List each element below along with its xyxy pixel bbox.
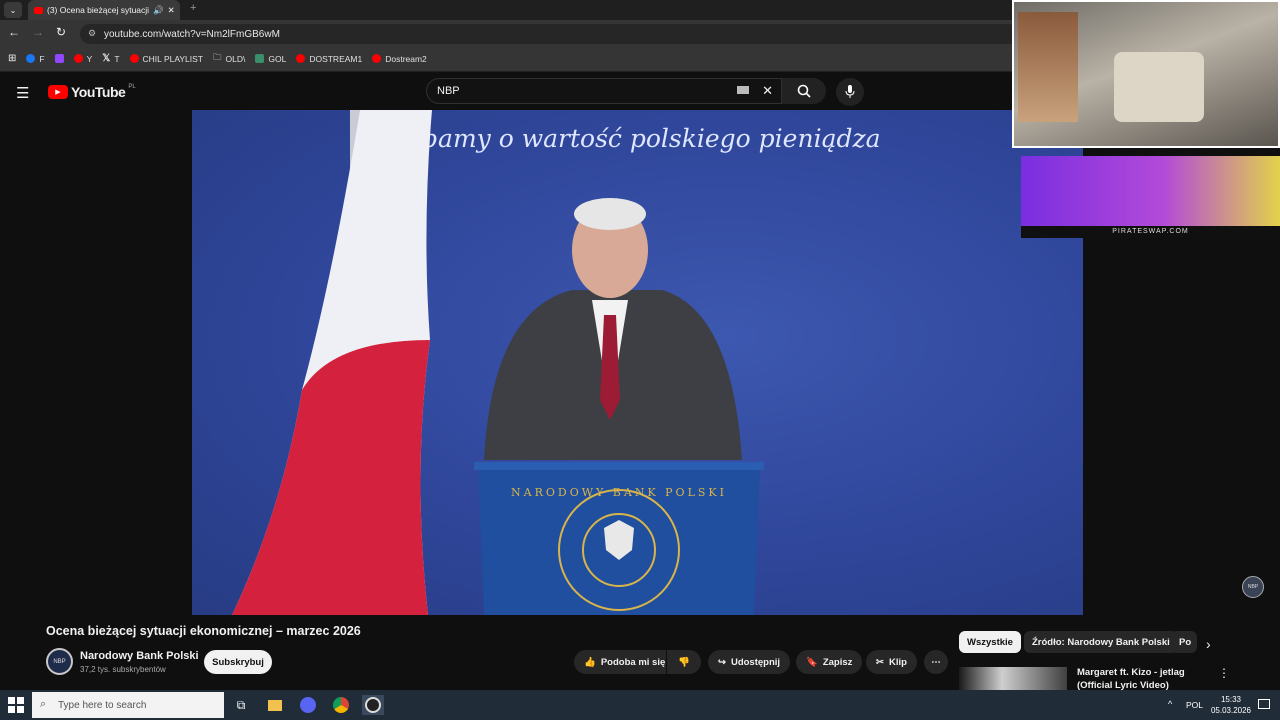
thumbs-up-icon: 👍 [584,656,596,668]
search-input[interactable]: NBP ✕ [426,78,782,104]
windows-start-icon[interactable] [8,697,24,713]
scissors-icon: ✂ [876,656,884,668]
share-icon: ↪ [718,656,726,668]
gol-icon [255,54,265,63]
more-actions-button[interactable]: ⋯ [924,650,948,674]
ad-label: PIRATESWAP.COM [1021,226,1280,238]
task-view-icon[interactable]: ⧉ [230,695,252,715]
dislike-button[interactable]: 👎 [667,650,701,674]
thumbs-down-icon: 👎 [678,656,690,668]
search-icon: ⌕ [40,698,47,710]
microphone-icon [845,85,855,98]
search-icon [797,84,811,98]
chip-all[interactable]: Wszystkie [959,631,1021,653]
bookmark-f[interactable]: F [26,54,45,64]
forward-icon[interactable]: → [32,25,44,39]
file-explorer-icon[interactable] [264,695,286,715]
chevron-right-icon[interactable]: › [1206,636,1211,652]
chair-shape [1114,52,1204,122]
keyboard-icon[interactable] [737,86,749,94]
clip-button[interactable]: ✂ Klip [866,650,917,674]
youtube-logo[interactable]: ▶ YouTube PL [48,84,136,100]
tab-title: (3) Ocena bieżącej sytuacji [47,5,150,15]
recommendation-menu-icon[interactable]: ⋮ [1218,666,1230,680]
chip-source[interactable]: Źródło: Narodowy Bank Polski [1024,631,1178,653]
channel-watermark[interactable]: NBP [1242,576,1264,598]
apps-icon[interactable]: ⊞ [8,53,16,64]
site-info-icon[interactable]: ⚙ [88,28,96,39]
speaker-icon[interactable]: 🔊 [153,5,164,16]
back-icon[interactable]: ← [8,25,20,39]
clear-search-icon[interactable]: ✕ [762,83,773,99]
bookmark-icon: 🔖 [806,656,818,668]
youtube-icon [73,54,83,63]
url-text: youtube.com/watch?v=Nm2lFmGB6wM [104,28,280,40]
youtube-favicon-icon [34,6,43,14]
bookmark-old[interactable]: 🗀 OLD\ [213,52,245,66]
discord-icon[interactable] [297,695,319,715]
tray-chevron-icon[interactable]: ^ [1168,699,1172,709]
notifications-icon[interactable] [1258,699,1270,709]
subscribe-button[interactable]: Subskrybuj [204,650,272,674]
voice-search-button[interactable] [836,78,864,106]
subscriber-count: 37,2 tys. subskrybentów [80,665,166,674]
search-button[interactable] [782,78,826,104]
save-button[interactable]: 🔖 Zapisz [796,650,863,674]
webcam-overlay [1012,0,1280,148]
share-button[interactable]: ↪ Udostępnij [708,650,791,674]
lectern-text: NARODOWY BANK POLSKI [511,486,727,499]
bookmark-y[interactable]: Y [73,54,92,64]
facebook-icon [26,54,36,63]
channel-name[interactable]: Narodowy Bank Polski [80,650,199,662]
chip-next[interactable]: Po [1171,631,1197,653]
folder-icon: 🗀 [213,51,222,62]
language-indicator[interactable]: POL [1186,700,1203,710]
bookmark-dostream1[interactable]: DOSTREAM1 [296,54,362,64]
bookmark-t[interactable]: 𝕏T [102,53,119,64]
bookmark-chil-playlist[interactable]: CHIL PLAYLIST [129,54,203,64]
obs-icon[interactable] [362,695,384,715]
like-button[interactable]: 👍 Podoba mi się [574,650,666,674]
reload-icon[interactable]: ↻ [56,25,66,39]
video-frame-scene: NARODOWY BANK POLSKI [232,110,764,615]
chrome-icon[interactable] [330,695,352,715]
window-shape [1018,12,1078,122]
more-icon: ⋯ [931,656,941,668]
taskbar-search[interactable]: ⌕ Type here to search [32,692,224,718]
youtube-play-icon: ▶ [48,85,68,99]
clock[interactable]: 15:33 05.03.2026 [1207,694,1255,716]
recommendation-title[interactable]: Margaret ft. Kizo - jetlag (Official Lyr… [1077,666,1207,692]
youtube-icon [129,54,139,63]
video-player[interactable]: Dbamy o wartość polskiego pieniądza NARO… [192,110,1083,615]
browser-tab[interactable]: (3) Ocena bieżącej sytuacji 🔊 ✕ [28,0,180,20]
youtube-icon [296,54,306,63]
bookmark-gol[interactable]: GOL [255,54,286,64]
new-tab-icon[interactable]: + [190,2,196,14]
youtube-icon [372,54,382,63]
twitch-icon [54,54,64,63]
menu-icon[interactable]: ☰ [16,84,29,102]
tab-list-icon[interactable]: ⌄ [4,2,22,18]
bookmark-dostream2[interactable]: Dostream2 [372,54,427,64]
bookmark-twitch[interactable] [54,54,64,63]
address-bar[interactable]: ⚙ youtube.com/watch?v=Nm2lFmGB6wM [80,24,1020,44]
x-icon: 𝕏 [102,53,111,64]
close-tab-icon[interactable]: ✕ [168,5,175,16]
channel-avatar[interactable]: NBP [46,648,73,675]
video-title: Ocena bieżącej sytuacji ekonomicznej – m… [46,624,361,638]
